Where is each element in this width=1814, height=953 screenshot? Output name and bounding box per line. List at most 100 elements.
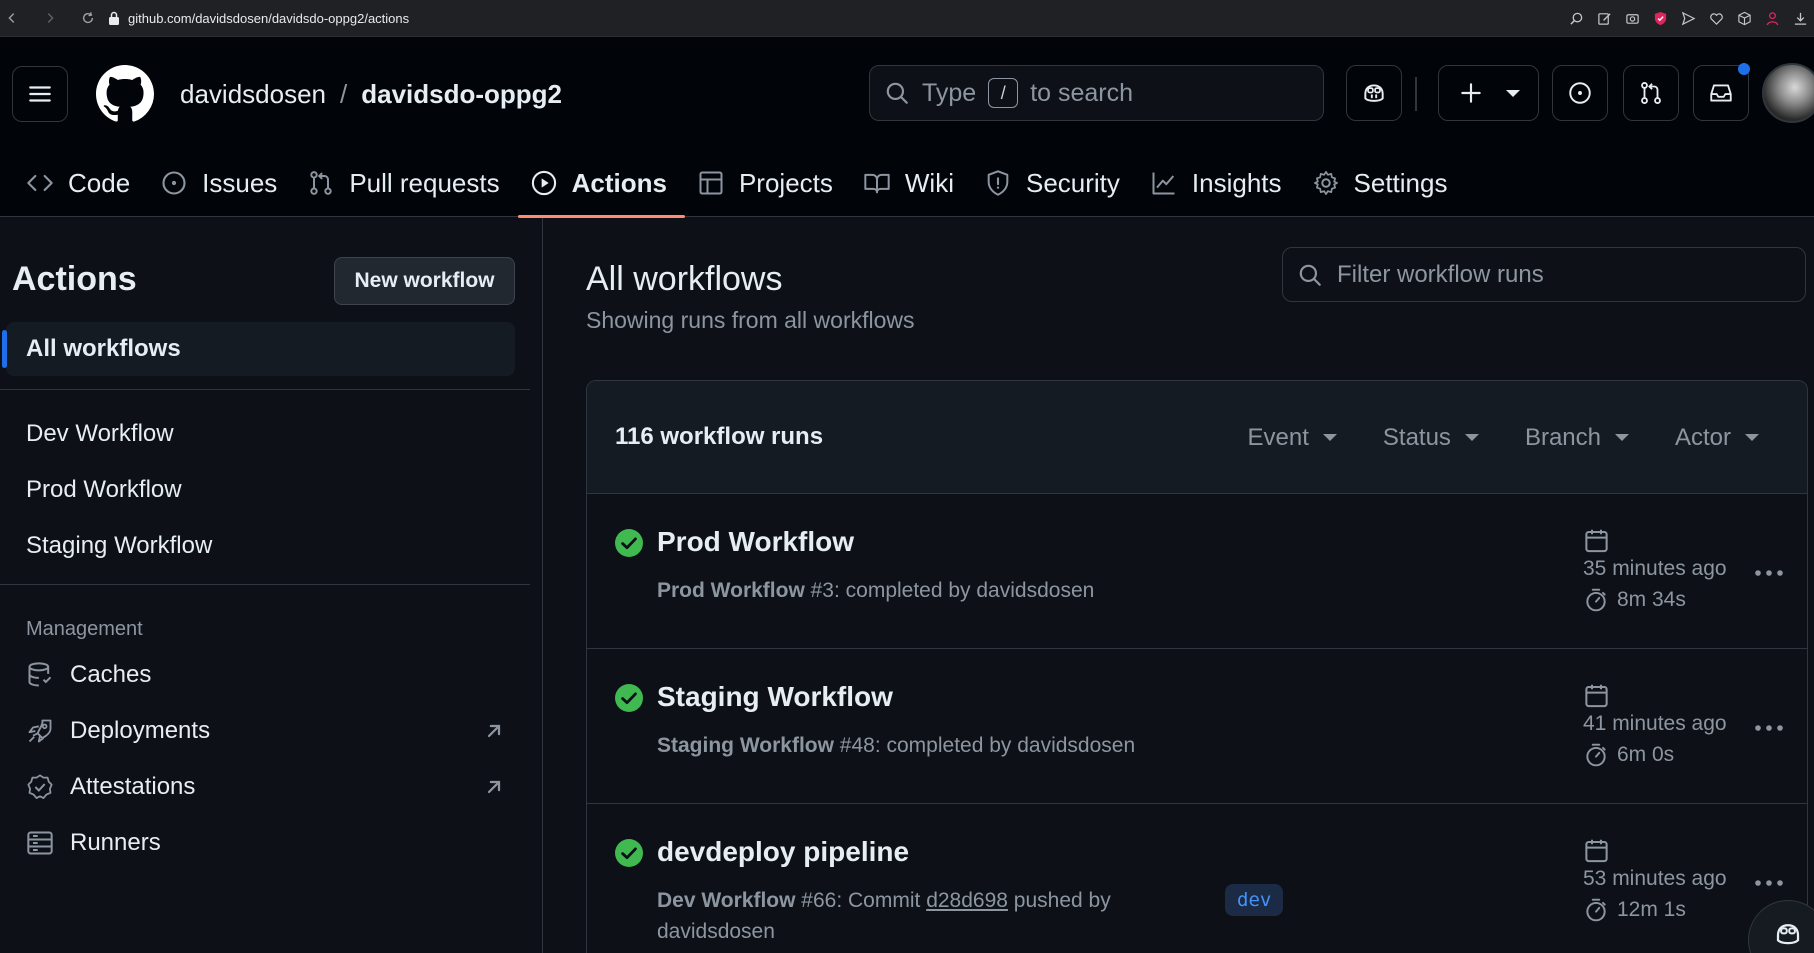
run-duration-text: 6m 0s: [1617, 743, 1675, 766]
sidebar-item-all-workflows[interactable]: All workflows: [2, 322, 515, 376]
run-title-link[interactable]: devdeploy pipeline: [657, 836, 909, 868]
chevron-down-icon: [1614, 434, 1629, 441]
gear-icon: [1313, 171, 1338, 195]
tab-projects[interactable]: Projects: [685, 149, 851, 217]
browser-nav: [0, 6, 100, 30]
run-title-link[interactable]: Staging Workflow: [657, 681, 893, 713]
commit-link[interactable]: d28d698: [926, 889, 1008, 912]
back-icon[interactable]: [0, 6, 24, 30]
sidebar-item-prod-workflow[interactable]: Prod Workflow: [26, 476, 182, 504]
tab-label: Wiki: [904, 167, 954, 198]
url-text: github.com/davidsdosen/davidsdo-oppg2/ac…: [128, 10, 410, 26]
hamburger-icon: [29, 86, 51, 102]
repo-name-link[interactable]: davidsdo-oppg2: [361, 79, 562, 110]
workflow-runs-list: 116 workflow runs Event Status Branch Ac…: [586, 380, 1808, 953]
tab-code[interactable]: Code: [14, 149, 148, 217]
screenshot-icon[interactable]: [1624, 11, 1640, 27]
chevron-down-icon: [1745, 434, 1759, 441]
repo-owner-link[interactable]: davidsdosen: [180, 79, 326, 110]
tab-wiki[interactable]: Wiki: [851, 149, 972, 217]
tab-label: Settings: [1353, 167, 1448, 198]
run-workflow-name: Dev Workflow: [657, 889, 796, 912]
kebab-menu-icon[interactable]: [1753, 566, 1785, 580]
sidebar-item-attestations[interactable]: Attestations: [26, 773, 504, 801]
graph-icon: [1152, 172, 1175, 195]
filter-label: Event: [1247, 423, 1309, 451]
sidebar-item-deployments[interactable]: Deployments: [26, 717, 504, 745]
search-icon: [1299, 264, 1321, 286]
run-title-link[interactable]: Prod Workflow: [657, 526, 854, 558]
sidebar-divider: [0, 389, 530, 390]
actor-filter-dropdown[interactable]: Actor: [1675, 424, 1759, 452]
github-logo-icon[interactable]: [96, 65, 154, 123]
filter-label: Actor: [1674, 423, 1731, 451]
external-link-icon: [487, 724, 501, 738]
pull-requests-button[interactable]: [1623, 65, 1679, 121]
run-detail: #3: completed by davidsdosen: [804, 579, 1095, 602]
calendar-icon: [1585, 839, 1608, 863]
header-divider: [1415, 77, 1417, 111]
tab-settings[interactable]: Settings: [1300, 149, 1466, 217]
run-duration: 8m 34s: [1583, 587, 1727, 613]
code-icon: [27, 174, 53, 192]
issues-button[interactable]: [1552, 65, 1608, 121]
global-search-input[interactable]: Type / to search: [869, 65, 1324, 121]
issue-icon: [162, 171, 186, 195]
sidebar-item-runners[interactable]: Runners: [26, 829, 504, 857]
lock-icon: [109, 11, 119, 25]
forward-icon[interactable]: [38, 6, 62, 30]
run-workflow-name: Staging Workflow: [657, 734, 834, 757]
tab-pull-requests[interactable]: Pull requests: [295, 149, 517, 217]
run-detail: pushed by: [1007, 889, 1111, 912]
send-icon[interactable]: [1680, 11, 1696, 27]
sidebar-item-label: All workflows: [26, 335, 181, 362]
kebab-menu-icon[interactable]: [1753, 721, 1785, 735]
sidebar-item-staging-workflow[interactable]: Staging Workflow: [26, 532, 212, 560]
shield-extension-icon[interactable]: [1652, 11, 1668, 27]
sidebar-item-label: Staging Workflow: [26, 532, 213, 559]
run-meta: Dev Workflow #66: Commit d28d698 pushed …: [657, 885, 1111, 947]
table-icon: [699, 171, 723, 195]
create-new-button[interactable]: [1438, 65, 1539, 121]
avatar[interactable]: [1762, 63, 1814, 123]
sidebar-item-label: Caches: [70, 661, 152, 688]
sidebar-item-caches[interactable]: Caches: [26, 661, 504, 689]
hamburger-menu-button[interactable]: [12, 66, 68, 122]
status-filter-dropdown[interactable]: Status: [1383, 424, 1479, 452]
reload-icon[interactable]: [76, 6, 100, 30]
tab-security[interactable]: Security: [972, 149, 1138, 217]
kebab-menu-icon[interactable]: [1753, 876, 1785, 890]
event-filter-dropdown[interactable]: Event: [1248, 424, 1337, 452]
tab-actions[interactable]: Actions: [517, 149, 686, 218]
search-suffix: to search: [1030, 78, 1134, 107]
issue-icon: [1569, 82, 1591, 104]
breadcrumb-separator: /: [340, 79, 348, 109]
profile-icon[interactable]: [1764, 11, 1780, 27]
server-icon: [27, 831, 53, 855]
copilot-button[interactable]: [1346, 65, 1402, 121]
run-times: 41 minutes ago 6m 0s: [1583, 682, 1727, 768]
search-prefix: Type: [922, 78, 977, 107]
address-bar[interactable]: github.com/davidsdosen/davidsdo-oppg2/ac…: [108, 11, 409, 26]
filter-placeholder: Filter workflow runs: [1337, 260, 1544, 288]
filter-workflow-runs-input[interactable]: Filter workflow runs: [1282, 247, 1806, 302]
tab-issues[interactable]: Issues: [148, 149, 295, 217]
new-workflow-button[interactable]: New workflow: [334, 257, 515, 305]
run-duration-text: 8m 34s: [1617, 588, 1686, 611]
run-workflow-name: Prod Workflow: [657, 579, 805, 602]
tab-insights[interactable]: Insights: [1138, 149, 1300, 217]
sidebar-item-label: Deployments: [70, 717, 211, 744]
edit-icon[interactable]: [1596, 11, 1612, 27]
cube-icon[interactable]: [1736, 11, 1752, 27]
run-times: 35 minutes ago 8m 34s: [1583, 527, 1727, 613]
sidebar-item-dev-workflow[interactable]: Dev Workflow: [26, 420, 174, 448]
copilot-icon: [1776, 924, 1800, 945]
heart-icon[interactable]: [1708, 11, 1724, 27]
download-icon[interactable]: [1792, 11, 1808, 27]
branch-filter-dropdown[interactable]: Branch: [1525, 424, 1629, 452]
browser-toolbar: github.com/davidsdosen/davidsdo-oppg2/ac…: [0, 0, 1814, 37]
zoom-icon[interactable]: [1568, 11, 1584, 27]
sidebar-item-label: Dev Workflow: [26, 420, 174, 447]
branch-tag[interactable]: dev: [1225, 884, 1284, 916]
repo-tabs: Code Issues Pull requests Actions Projec…: [0, 149, 1466, 218]
